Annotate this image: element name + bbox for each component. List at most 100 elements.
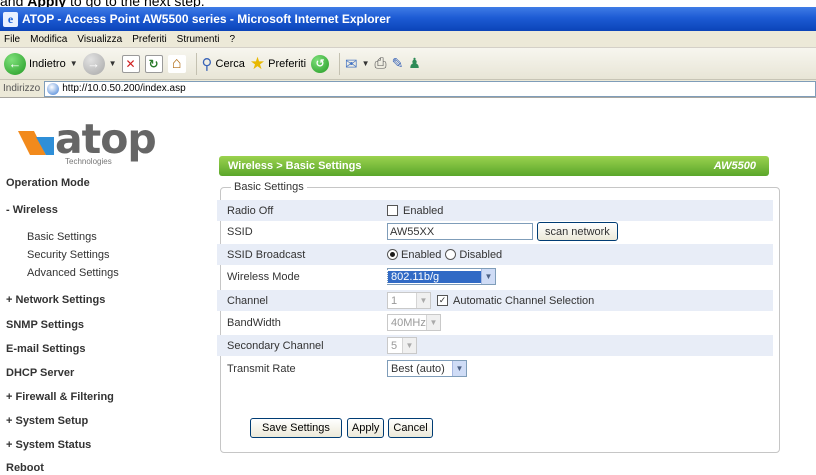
page-icon [47, 82, 60, 95]
favorites-star-icon: ★ [249, 53, 266, 73]
ssid-label: SSID [227, 225, 253, 238]
history-button[interactable]: ↺ [311, 54, 330, 73]
channel-select[interactable]: 1 ▼ [387, 292, 431, 309]
row-bandwidth: BandWidth 40MHz ▼ [217, 312, 773, 333]
nav-basic-settings[interactable]: Basic Settings [27, 231, 97, 243]
window-titlebar[interactable]: e ATOP - Access Point AW5500 series - Mi… [0, 7, 816, 31]
nav-email-settings[interactable]: E-mail Settings [6, 343, 85, 355]
row-radio-off: Radio Off Enabled [217, 200, 773, 221]
auto-channel-checkbox[interactable]: ✓ [437, 295, 448, 306]
back-arrow-icon: ← [4, 52, 26, 75]
ssid-broadcast-label: SSID Broadcast [227, 248, 306, 261]
atop-logo: atop Technologies [18, 115, 157, 166]
form-actions: Save Settings Apply Cancel [250, 418, 433, 438]
favorites-button[interactable]: ★ Preferiti [250, 54, 306, 74]
stop-icon: ✕ [121, 54, 140, 73]
refresh-button[interactable]: ↻ [144, 54, 163, 73]
chevron-down-icon[interactable]: ▼ [70, 59, 78, 68]
address-bar: Indirizzo http://10.0.50.200/index.asp [0, 80, 816, 98]
row-ssid-broadcast: SSID Broadcast Enabled Disabled [217, 244, 773, 265]
refresh-icon: ↻ [144, 54, 163, 73]
back-label: Indietro [29, 57, 66, 70]
radio-off-option-label: Enabled [403, 204, 444, 217]
stop-button[interactable]: ✕ [121, 54, 140, 73]
nav-system-setup[interactable]: + System Setup [6, 415, 88, 427]
basic-settings-legend: Basic Settings [234, 181, 304, 193]
menu-strumenti[interactable]: Strumenti [177, 34, 220, 45]
logo-wordmark: atop [55, 115, 157, 163]
chevron-down-icon[interactable]: ▼ [109, 59, 117, 68]
menu-modifica[interactable]: Modifica [30, 34, 67, 45]
model-name: AW5500 [713, 160, 756, 172]
row-ssid: SSID AW55XX scan network [217, 221, 773, 242]
channel-value: 1 [391, 294, 398, 307]
mail-button[interactable]: ✉ ▼ [345, 55, 370, 73]
transmit-rate-select[interactable]: Best (auto) ▼ [387, 360, 467, 377]
nav-snmp-settings[interactable]: SNMP Settings [6, 319, 84, 331]
chevron-down-icon: ▼ [426, 315, 440, 330]
internet-explorer-icon: e [3, 11, 18, 27]
channel-label: Channel [227, 294, 268, 307]
row-secondary-channel: Secondary Channel 5 ▼ [217, 335, 773, 356]
cancel-button[interactable]: Cancel [388, 418, 433, 438]
ssid-broadcast-enabled-radio[interactable] [387, 249, 398, 260]
wireless-mode-select[interactable]: 802.11b/g ▼ [387, 268, 496, 285]
atop-logo-mark-icon [18, 131, 54, 155]
menu-file[interactable]: File [4, 34, 20, 45]
logo-subtitle: Technologies [65, 157, 112, 166]
radio-off-checkbox[interactable] [387, 205, 398, 216]
nav-firewall-filtering[interactable]: + Firewall & Filtering [6, 391, 114, 403]
home-icon: ⌂ [167, 54, 186, 73]
chevron-down-icon: ▼ [481, 269, 495, 284]
menu-help[interactable]: ? [229, 34, 235, 45]
row-wireless-mode: Wireless Mode 802.11b/g ▼ [217, 266, 773, 287]
nav-dhcp-server[interactable]: DHCP Server [6, 367, 74, 379]
bandwidth-label: BandWidth [227, 316, 281, 329]
chevron-down-icon: ▼ [452, 361, 466, 376]
search-icon: ⚲ [201, 55, 213, 73]
edit-button[interactable]: ✎ [392, 55, 404, 72]
address-input[interactable]: http://10.0.50.200/index.asp [44, 80, 816, 97]
secondary-channel-value: 5 [391, 339, 398, 352]
address-url: http://10.0.50.200/index.asp [62, 83, 186, 94]
secondary-channel-label: Secondary Channel [227, 339, 324, 352]
wireless-mode-label: Wireless Mode [227, 270, 300, 283]
messenger-button[interactable]: ♟ [408, 55, 421, 72]
menu-bar: File Modifica Visualizza Preferiti Strum… [0, 31, 816, 48]
nav-reboot[interactable]: Reboot [6, 462, 44, 474]
wireless-mode-value: 802.11b/g [387, 269, 482, 284]
nav-advanced-settings[interactable]: Advanced Settings [27, 267, 119, 279]
bandwidth-select[interactable]: 40MHz ▼ [387, 314, 441, 331]
menu-preferiti[interactable]: Preferiti [132, 34, 166, 45]
ssid-broadcast-disabled-radio[interactable] [445, 249, 457, 260]
apply-button[interactable]: Apply [346, 418, 385, 438]
auto-channel-label: Automatic Channel Selection [453, 294, 595, 307]
mail-icon: ✉ [345, 55, 358, 73]
radio-selected-dot [390, 252, 395, 257]
chevron-down-icon[interactable]: ▼ [362, 59, 370, 68]
menu-visualizza[interactable]: Visualizza [77, 34, 122, 45]
nav-operation-mode[interactable]: Operation Mode [6, 177, 90, 189]
nav-security-settings[interactable]: Security Settings [27, 249, 110, 261]
nav-network-settings[interactable]: + Network Settings [6, 294, 105, 306]
radio-off-label: Radio Off [227, 204, 274, 217]
forward-button[interactable]: → ▼ [82, 52, 117, 75]
edit-icon: ✎ [391, 55, 404, 71]
toolbar-separator [339, 52, 341, 75]
secondary-channel-select[interactable]: 5 ▼ [387, 337, 417, 354]
ssid-broadcast-enabled-label: Enabled [401, 248, 442, 261]
favorites-label: Preferiti [268, 57, 307, 70]
home-button[interactable]: ⌂ [167, 54, 186, 73]
scan-network-button[interactable]: scan network [537, 222, 618, 241]
browser-toolbar: ← Indietro ▼ → ▼ ✕ ↻ ⌂ ⚲ Cerca ★ Preferi… [0, 48, 816, 80]
search-button[interactable]: ⚲ Cerca [202, 55, 245, 73]
nav-wireless[interactable]: - Wireless [6, 204, 58, 216]
ssid-input[interactable]: AW55XX [387, 223, 533, 240]
nav-system-status[interactable]: + System Status [6, 439, 91, 451]
breadcrumb: Wireless > Basic Settings [228, 160, 362, 172]
address-label: Indirizzo [3, 83, 41, 94]
back-button[interactable]: ← Indietro ▼ [4, 52, 78, 75]
save-settings-button[interactable]: Save Settings [250, 418, 342, 438]
print-button[interactable]: ⎙ [375, 55, 387, 72]
forward-arrow-icon: → [82, 52, 105, 75]
